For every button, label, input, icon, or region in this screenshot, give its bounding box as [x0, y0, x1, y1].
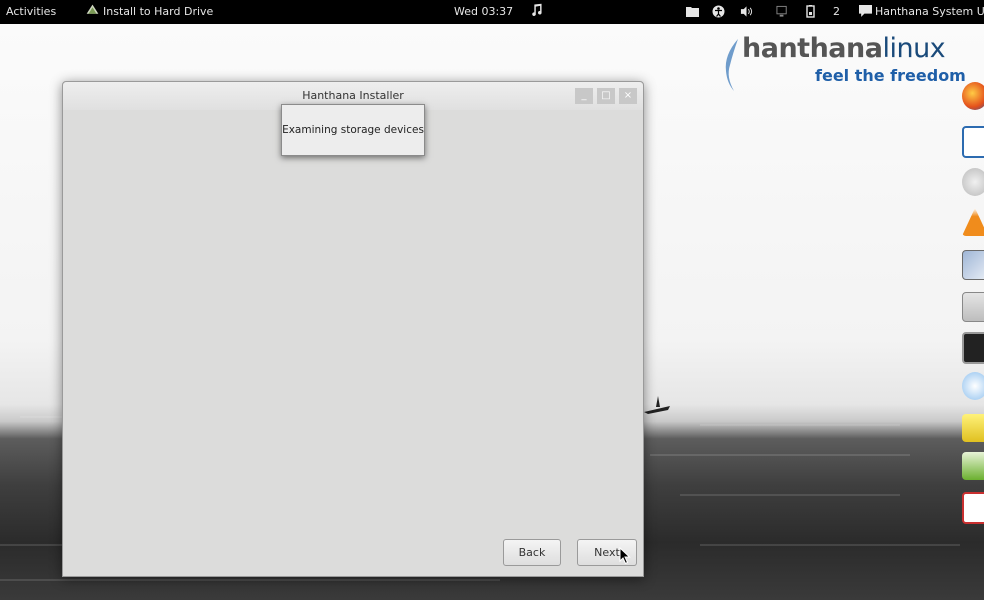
app-menu[interactable]: Install to Hard Drive [103, 0, 213, 24]
logo-word-hanthana: hanthana [742, 33, 883, 64]
document-icon[interactable] [962, 126, 984, 158]
notes-icon[interactable] [962, 414, 984, 442]
clock[interactable]: Wed 03:37 [454, 0, 513, 24]
close-button[interactable]: × [619, 88, 637, 104]
back-button[interactable]: Back [503, 539, 561, 566]
window-controls: _ □ × [575, 82, 639, 110]
feather-icon [725, 39, 738, 91]
logo-tagline: feel the freedom [815, 66, 966, 85]
chat-icon[interactable] [859, 5, 872, 18]
terminal-icon[interactable] [962, 332, 984, 364]
boat-silhouette [644, 396, 670, 414]
firefox-icon[interactable] [962, 82, 984, 110]
network-icon[interactable] [776, 5, 789, 18]
progress-dialog: Examining storage devices [281, 104, 425, 156]
folder-icon[interactable] [686, 5, 699, 18]
maximize-button[interactable]: □ [597, 88, 615, 104]
accessibility-icon[interactable] [712, 5, 725, 18]
volume-icon[interactable] [740, 5, 753, 18]
progress-message: Examining storage devices [282, 124, 424, 136]
mouse-cursor-icon [619, 547, 631, 565]
file-cabinet-icon[interactable] [962, 292, 984, 322]
chat-app-icon[interactable] [962, 372, 984, 400]
user-menu[interactable]: Hanthana System User [875, 0, 984, 24]
image-viewer-icon[interactable] [962, 250, 984, 280]
installer-icon [86, 4, 99, 14]
activities-button[interactable]: Activities [6, 0, 56, 24]
battery-icon[interactable] [804, 5, 817, 18]
top-panel: Activities Install to Hard Drive Wed 03:… [0, 0, 984, 24]
workspace-count[interactable]: 2 [833, 0, 840, 24]
music-note-icon[interactable] [530, 3, 543, 16]
pdf-reader-icon[interactable] [962, 492, 984, 524]
logo-word-linux: linux [882, 33, 946, 64]
mail-icon[interactable] [962, 168, 984, 196]
minimize-button[interactable]: _ [575, 88, 593, 104]
tasks-icon[interactable] [962, 452, 984, 480]
